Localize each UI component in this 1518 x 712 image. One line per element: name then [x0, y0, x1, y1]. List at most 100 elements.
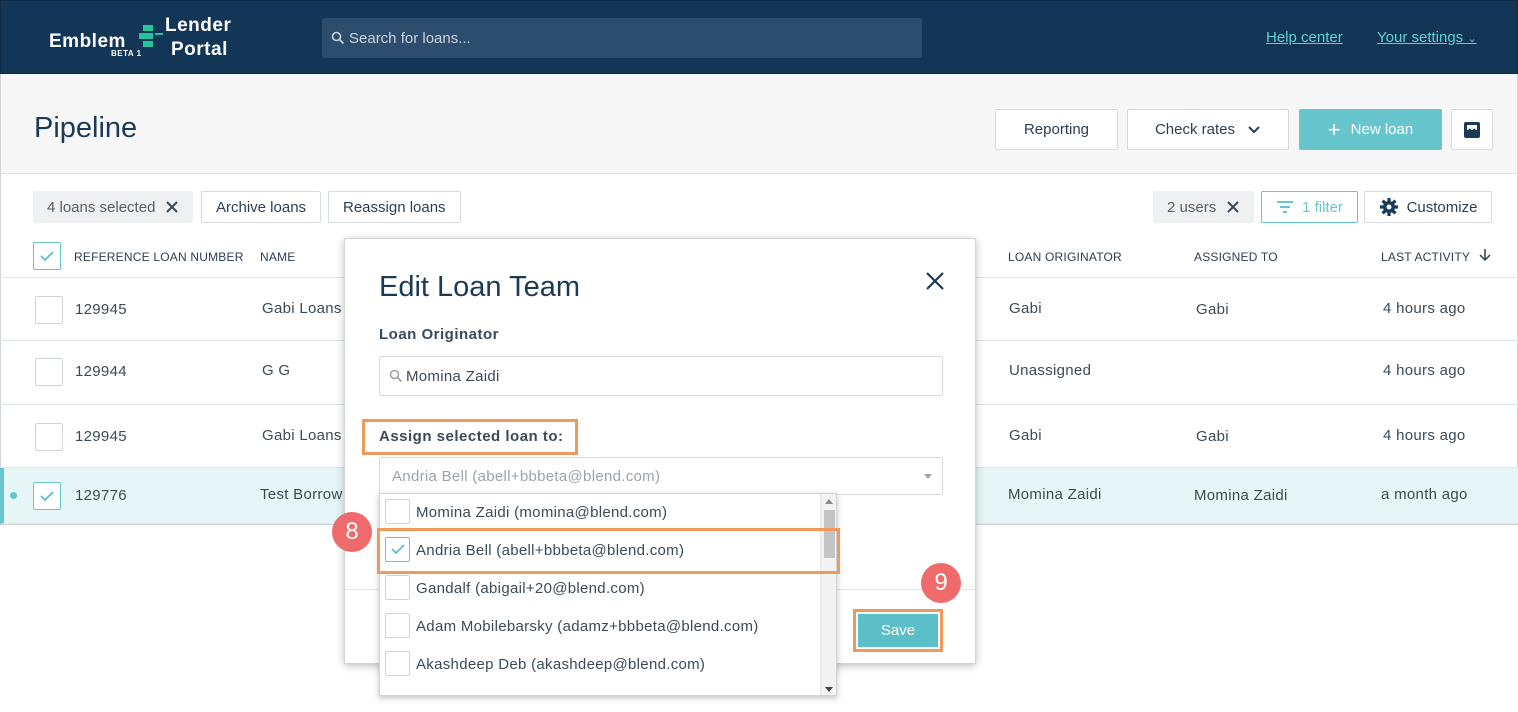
filter-icon — [1277, 201, 1294, 213]
loan-originator-input[interactable] — [406, 357, 926, 395]
option-label: Adam Mobilebarsky (adamz+bbbeta@blend.co… — [416, 618, 759, 635]
inbox-icon — [1464, 121, 1480, 138]
option-checkbox[interactable] — [385, 575, 410, 600]
row-name[interactable]: Test Borrow — [260, 486, 343, 503]
col-last-activity[interactable]: LAST ACTIVITY — [1381, 250, 1470, 264]
row-checkbox[interactable] — [35, 296, 63, 324]
loan-search[interactable] — [322, 18, 922, 58]
option-label: Momina Zaidi (momina@blend.com) — [416, 504, 668, 521]
page-title: Pipeline — [34, 112, 138, 144]
check-rates-label: Check rates — [1154, 121, 1236, 138]
customize-button[interactable]: Customize — [1364, 191, 1492, 223]
close-icon[interactable] — [1226, 200, 1240, 214]
list-item[interactable]: Akashdeep Deb (akashdeep@blend.com) — [380, 646, 820, 684]
plus-icon: + — [1327, 116, 1341, 142]
row-activity: 4 hours ago — [1383, 300, 1466, 317]
row-originator: Gabi — [1009, 300, 1042, 317]
users-filter-chip[interactable]: 2 users — [1153, 191, 1255, 223]
assign-to-select[interactable]: Andria Bell (abell+bbbeta@blend.com) — [379, 457, 943, 495]
search-icon — [389, 369, 403, 383]
row-activity: a month ago — [1381, 486, 1468, 503]
your-settings-link[interactable]: Your settings ⌄ — [1377, 29, 1477, 46]
check-icon — [40, 490, 54, 501]
users-count: 2 users — [1167, 198, 1217, 216]
inbox-button[interactable] — [1451, 109, 1493, 150]
col-reference-loan-number[interactable]: REFERENCE LOAN NUMBER — [74, 250, 244, 264]
reporting-button[interactable]: Reporting — [995, 109, 1118, 150]
page-header: Pipeline Reporting Check rates + New loa… — [0, 74, 1518, 174]
scroll-up-icon[interactable] — [825, 499, 833, 504]
option-label: Gandalf (abigail+20@blend.com) — [416, 580, 645, 597]
new-loan-label: New loan — [1350, 121, 1414, 138]
assign-options-list: Momina Zaidi (momina@blend.com) Andria B… — [379, 493, 837, 696]
gear-icon — [1379, 198, 1398, 216]
sort-arrow-down-icon[interactable] — [1479, 248, 1491, 262]
row-activity: 4 hours ago — [1383, 362, 1466, 379]
row-ref: 129944 — [75, 363, 127, 380]
row-originator: Gabi — [1009, 427, 1042, 444]
save-button[interactable]: Save — [858, 614, 938, 647]
list-item[interactable]: Adam Mobilebarsky (adamz+bbbeta@blend.co… — [380, 608, 820, 646]
settings-label: Your settings — [1377, 29, 1464, 46]
option-checkbox[interactable] — [385, 499, 410, 524]
loan-originator-field[interactable] — [379, 356, 943, 396]
col-loan-originator[interactable]: LOAN ORIGINATOR — [1008, 250, 1122, 264]
step-9-callout: 9 — [921, 563, 961, 603]
assign-selected-label: Assign selected loan to: — [379, 428, 564, 445]
search-icon — [331, 31, 345, 45]
logo-lender-text: Lender — [165, 15, 232, 36]
check-rates-button[interactable]: Check rates — [1127, 109, 1289, 150]
list-scrollbar[interactable] — [820, 494, 836, 695]
chevron-down-icon — [1248, 125, 1260, 133]
caret-down-icon — [924, 474, 932, 479]
new-loan-button[interactable]: + New loan — [1299, 109, 1442, 150]
chevron-down-icon: ⌄ — [1467, 33, 1477, 45]
check-icon — [40, 250, 54, 261]
selection-count: 4 loans selected — [47, 198, 156, 216]
top-nav-bar: Emblem Lender Portal BETA 1 Help center … — [0, 0, 1518, 74]
beta-badge: BETA 1 — [111, 49, 142, 58]
loan-originator-label: Loan Originator — [379, 326, 499, 343]
option-checkbox[interactable] — [385, 613, 410, 638]
row-assigned: Gabi — [1196, 428, 1229, 445]
unread-indicator — [10, 492, 17, 499]
row-ref: 129945 — [75, 428, 127, 445]
help-center-link[interactable]: Help center — [1266, 29, 1343, 46]
step-8-callout: 8 — [332, 512, 372, 552]
row-checkbox[interactable] — [35, 423, 63, 451]
logo-portal-text: Portal — [171, 39, 228, 60]
list-item[interactable]: Momina Zaidi (momina@blend.com) — [380, 494, 820, 532]
row-name[interactable]: G G — [262, 362, 290, 379]
option-label: Akashdeep Deb (akashdeep@blend.com) — [416, 656, 706, 673]
row-ref: 129945 — [75, 301, 127, 318]
filter-button[interactable]: 1 filter — [1261, 191, 1358, 223]
archive-loans-button[interactable]: Archive loans — [201, 191, 322, 223]
reassign-loans-button[interactable]: Reassign loans — [328, 191, 461, 223]
list-item[interactable]: Gandalf (abigail+20@blend.com) — [380, 570, 820, 608]
selection-chip[interactable]: 4 loans selected — [33, 191, 194, 223]
row-originator: Momina Zaidi — [1008, 486, 1102, 503]
option-checkbox[interactable] — [385, 651, 410, 676]
row-name[interactable]: Gabi Loans — [262, 427, 342, 444]
row-checkbox[interactable] — [35, 358, 63, 386]
assign-to-value: Andria Bell (abell+bbbeta@blend.com) — [392, 468, 661, 485]
row-assigned: Gabi — [1196, 301, 1229, 318]
scroll-down-icon[interactable] — [825, 687, 833, 692]
modal-title: Edit Loan Team — [379, 271, 580, 303]
customize-label: Customize — [1406, 198, 1478, 216]
row-checkbox[interactable] — [33, 482, 61, 510]
select-all-checkbox[interactable] — [33, 242, 61, 270]
selected-option-highlight — [377, 528, 840, 574]
row-activity: 4 hours ago — [1383, 427, 1466, 444]
row-name[interactable]: Gabi Loans — [262, 300, 342, 317]
close-icon[interactable] — [165, 200, 179, 214]
filter-label: 1 filter — [1302, 198, 1343, 216]
row-ref: 129776 — [75, 487, 127, 504]
row-assigned: Momina Zaidi — [1194, 487, 1288, 504]
search-input[interactable] — [349, 18, 909, 58]
col-assigned-to[interactable]: ASSIGNED TO — [1194, 250, 1278, 264]
col-name[interactable]: NAME — [260, 250, 295, 264]
close-icon[interactable] — [923, 269, 947, 293]
row-originator: Unassigned — [1009, 362, 1092, 379]
app-logo[interactable]: Emblem Lender Portal BETA 1 — [49, 15, 249, 61]
